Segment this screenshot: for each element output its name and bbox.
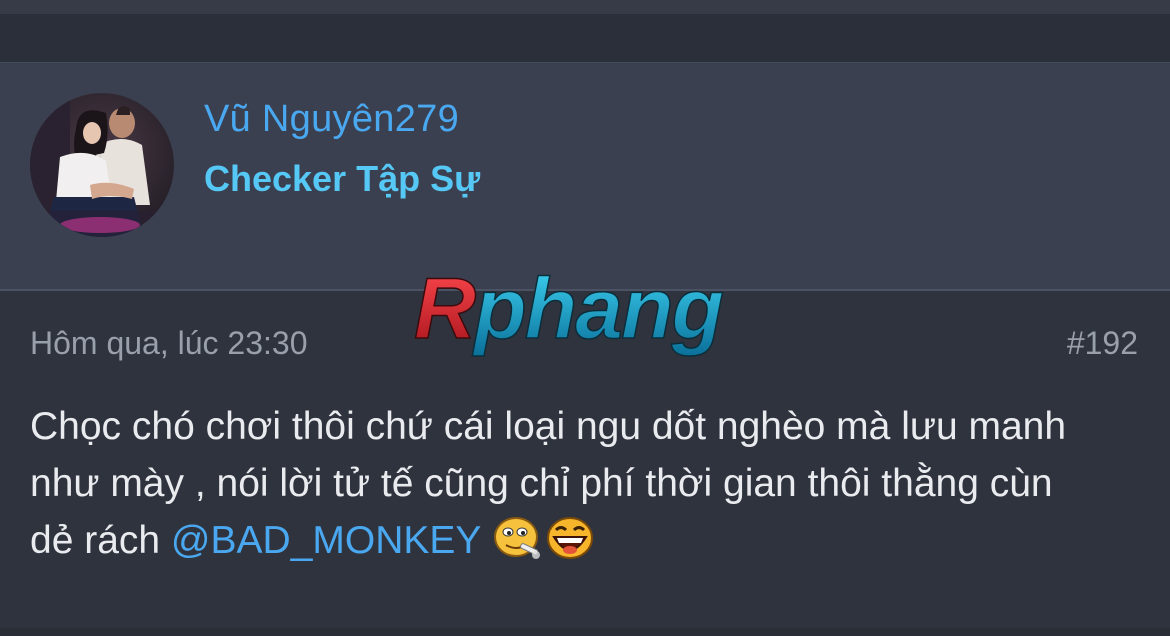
post-number-link[interactable]: #192 [1067,325,1138,362]
avatar[interactable] [30,93,174,237]
post-bottom-edge [0,628,1170,636]
smilie-smoking-icon [493,517,540,559]
post-separator [0,14,1170,62]
user-title: Checker Tập Sự [204,158,481,199]
watermark-logo-icon: Rphang [413,260,726,358]
username-link[interactable]: Vũ Nguyên279 [204,98,459,141]
user-mention-link[interactable]: @BAD_MONKEY [171,519,481,562]
post-message: Chọc chó chơi thôi chứ cái loại ngu dốt … [30,398,1150,569]
previous-post-edge [0,0,1170,14]
smilie-laughing-icon [546,517,593,559]
watermark-logo: Rphang [408,260,764,364]
watermark-text: Rphang [414,268,724,357]
message-line: dẻ rách @BAD_MONKEY [30,512,1150,569]
post-timestamp[interactable]: Hôm qua, lúc 23:30 [30,325,308,362]
message-line: Chọc chó chơi thôi chứ cái loại ngu dốt … [30,405,1067,448]
message-line: như mày , nói lời tử tế cũng chỉ phí thờ… [30,462,1053,505]
user-avatar-photo-icon [30,93,174,237]
message-text: dẻ rách [30,519,171,562]
post-user-header [0,62,1170,291]
